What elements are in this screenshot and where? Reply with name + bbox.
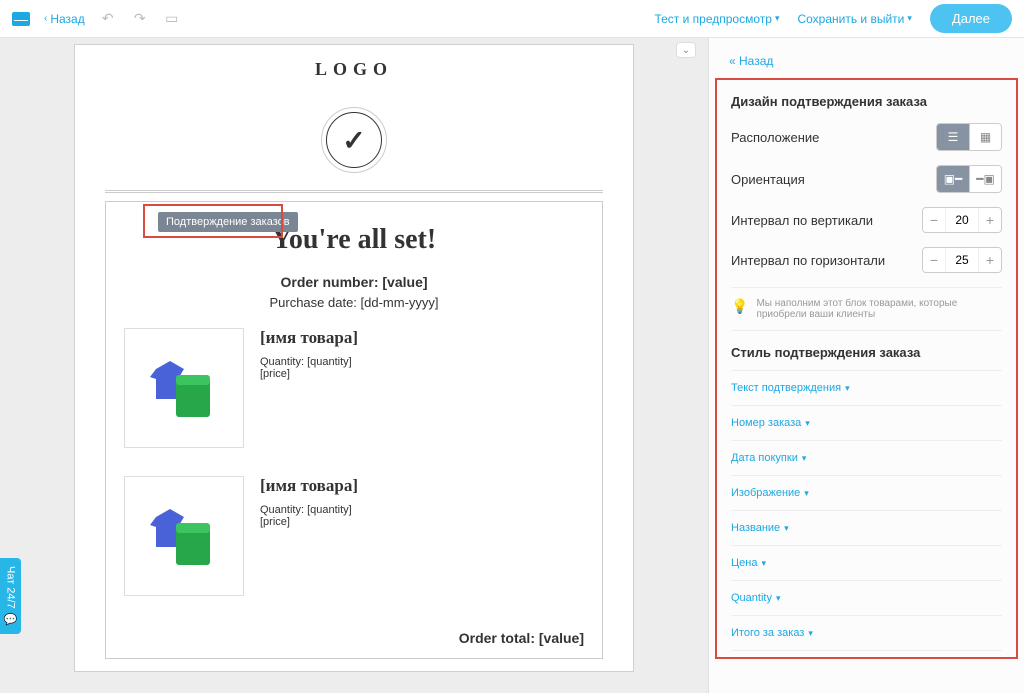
purchase-date: Purchase date: [dd-mm-yyyy]: [124, 295, 584, 310]
chevron-down-icon: ▾: [805, 418, 810, 429]
chat-tab[interactable]: Чат 24/7 💬: [0, 558, 21, 634]
order-item: [имя товара] Quantity: [quantity] [price…: [124, 476, 584, 596]
chevron-down-icon: ▾: [776, 593, 781, 604]
chevron-left-icon: ‹: [44, 13, 47, 24]
chevron-down-icon: ▾: [775, 13, 780, 24]
hint-box: 💡 Мы наполним этот блок товарами, которы…: [731, 287, 1002, 331]
save-icon[interactable]: ▭: [163, 10, 181, 27]
accordion-item[interactable]: Итого за заказ▾: [731, 616, 1002, 651]
order-number: Order number: [value]: [124, 274, 584, 290]
block-label-pill[interactable]: Подтверждение заказов: [158, 212, 298, 232]
style-section-title: Стиль подтверждения заказа: [731, 345, 1002, 360]
vinterval-label: Интервал по вертикали: [731, 213, 873, 228]
accordion-item[interactable]: Quantity▾: [731, 581, 1002, 616]
sidebar-back-link[interactable]: « Назад: [709, 38, 1024, 78]
chevron-down-icon: ▾: [761, 558, 766, 569]
increment-button[interactable]: +: [979, 208, 1001, 232]
product-price: [price]: [260, 368, 584, 380]
chevron-down-icon: ▾: [802, 453, 807, 464]
properties-highlighted-section: Дизайн подтверждения заказа Расположение…: [715, 78, 1018, 659]
topbar: ‹Назад ↶ ↷ ▭ Тест и предпросмотр ▾ Сохра…: [0, 0, 1024, 38]
accordion-item[interactable]: Номер заказа▾: [731, 406, 1002, 441]
back-button[interactable]: ‹Назад: [44, 12, 85, 26]
hinterval-input[interactable]: [945, 248, 979, 272]
chevron-down-icon: ▾: [845, 383, 850, 394]
layout-label: Расположение: [731, 130, 819, 145]
vinterval-stepper: − +: [922, 207, 1002, 233]
logo-text: LOGO: [75, 45, 633, 94]
chevron-down-icon: ▾: [808, 628, 813, 639]
undo-icon[interactable]: ↶: [99, 10, 117, 27]
product-quantity: Quantity: [quantity]: [260, 356, 584, 368]
increment-button[interactable]: +: [979, 248, 1001, 272]
checkmark-icon: ✓: [326, 112, 382, 168]
product-name: [имя товара]: [260, 476, 584, 496]
layout-toggle: ☰ ▦: [936, 123, 1002, 151]
next-button[interactable]: Далее: [930, 4, 1012, 33]
layout-option-list[interactable]: ☰: [937, 124, 969, 150]
layout-option-grid[interactable]: ▦: [969, 124, 1001, 150]
test-preview-link[interactable]: Тест и предпросмотр ▾: [654, 12, 779, 26]
product-image: [124, 476, 244, 596]
back-label: Назад: [50, 12, 84, 26]
orientation-option-image-right[interactable]: ━▣: [969, 166, 1001, 192]
app-logo-icon: [12, 12, 30, 26]
product-image: [124, 328, 244, 448]
style-accordion: Текст подтверждения▾ Номер заказа▾ Дата …: [731, 370, 1002, 651]
collapse-sidebar-button[interactable]: ⌄: [676, 42, 696, 58]
vinterval-input[interactable]: [945, 208, 979, 232]
chat-icon: 💬: [4, 613, 17, 626]
accordion-item[interactable]: Изображение▾: [731, 476, 1002, 511]
orientation-label: Ориентация: [731, 172, 805, 187]
properties-sidebar: « Назад Дизайн подтверждения заказа Расп…: [708, 38, 1024, 693]
lightbulb-icon: 💡: [731, 298, 748, 320]
decrement-button[interactable]: −: [923, 208, 945, 232]
product-name: [имя товара]: [260, 328, 584, 348]
decrement-button[interactable]: −: [923, 248, 945, 272]
hinterval-stepper: − +: [922, 247, 1002, 273]
order-confirmation-block[interactable]: You're all set! Order number: [value] Pu…: [105, 201, 603, 659]
accordion-item[interactable]: Текст подтверждения▾: [731, 371, 1002, 406]
save-exit-link[interactable]: Сохранить и выйти ▾: [797, 12, 911, 26]
accordion-item[interactable]: Дата покупки▾: [731, 441, 1002, 476]
redo-icon[interactable]: ↷: [131, 10, 149, 27]
editor-canvas[interactable]: ⌄ LOGO ✓ You're all set! Order number: […: [0, 38, 708, 693]
hint-text: Мы наполним этот блок товарами, которые …: [756, 298, 1002, 320]
email-preview[interactable]: LOGO ✓ You're all set! Order number: [va…: [74, 44, 634, 672]
section-title: Дизайн подтверждения заказа: [731, 94, 1002, 109]
chevron-down-icon: ▾: [907, 13, 912, 24]
order-total: Order total: [value]: [124, 624, 584, 646]
accordion-item[interactable]: Цена▾: [731, 546, 1002, 581]
accordion-item[interactable]: Название▾: [731, 511, 1002, 546]
orientation-toggle: ▣━ ━▣: [936, 165, 1002, 193]
hinterval-label: Интервал по горизонтали: [731, 253, 885, 268]
orientation-option-image-left[interactable]: ▣━: [937, 166, 969, 192]
product-quantity: Quantity: [quantity]: [260, 504, 584, 516]
chevron-down-icon: ▾: [804, 488, 809, 499]
order-item: [имя товара] Quantity: [quantity] [price…: [124, 328, 584, 448]
product-price: [price]: [260, 516, 584, 528]
chevron-down-icon: ▾: [784, 523, 789, 534]
